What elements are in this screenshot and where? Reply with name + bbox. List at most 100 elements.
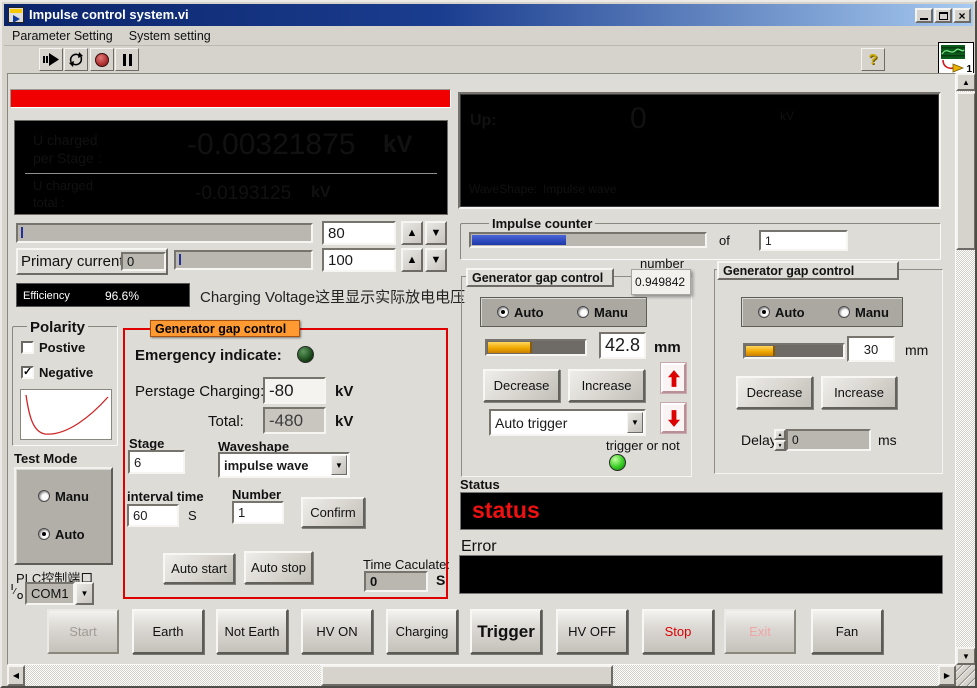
trigger-mode-dropdown-button[interactable]: ▼: [627, 412, 643, 433]
run-button[interactable]: [39, 48, 63, 71]
gap-mid-value-field[interactable]: 42.8: [599, 332, 646, 359]
pause-icon: [123, 54, 132, 66]
trigger-mode-dropdown[interactable]: Auto trigger ▼: [489, 409, 646, 436]
delay-spin-up-button[interactable]: ▲: [774, 429, 786, 440]
minimize-button[interactable]: [915, 8, 933, 23]
voltage-slider-thumb[interactable]: [21, 227, 23, 238]
voltage-set-field[interactable]: 80: [322, 221, 396, 245]
voltage-decrement-button[interactable]: ▼: [425, 221, 447, 245]
com-port-field[interactable]: COM1: [25, 582, 75, 605]
gap-right-decrease-button[interactable]: Decrease: [736, 376, 813, 409]
help-button[interactable]: ?: [861, 48, 885, 71]
fan-button[interactable]: Fan: [811, 609, 883, 654]
red-down-arrow-icon: [668, 410, 680, 427]
voltage-slider[interactable]: [16, 223, 313, 243]
current-slider[interactable]: [174, 250, 313, 270]
perstage-unit: kV: [335, 383, 353, 400]
scroll-right-button[interactable]: ▶: [938, 665, 956, 686]
current-decrement-button[interactable]: ▼: [425, 248, 447, 272]
per-stage-label-1: U charged: [33, 132, 98, 148]
gap-right-slider-fill[interactable]: [746, 346, 775, 356]
positive-checkbox[interactable]: [21, 341, 34, 354]
trigger-button[interactable]: Trigger: [470, 609, 542, 654]
stop-button[interactable]: Stop: [642, 609, 714, 654]
io-icon-bottom: O: [17, 592, 23, 601]
impulse-counter-of: of: [719, 233, 730, 248]
hv-on-button[interactable]: HV ON: [301, 609, 373, 654]
test-mode-auto-radio[interactable]: [38, 528, 50, 540]
current-set-field[interactable]: 100: [322, 248, 396, 272]
down-triangle-icon: ▼: [962, 652, 970, 661]
current-increment-button[interactable]: ▲: [401, 248, 423, 272]
not-earth-button[interactable]: Not Earth: [216, 609, 288, 654]
vi-icon[interactable]: 1: [938, 42, 974, 76]
hv-off-button[interactable]: HV OFF: [556, 609, 628, 654]
gap-lower-button[interactable]: [661, 403, 686, 433]
gap-mid-slider-fill[interactable]: [488, 342, 532, 353]
gap-mid-increase-button[interactable]: Increase: [568, 369, 645, 402]
horizontal-scroll-thumb[interactable]: [321, 665, 613, 686]
abort-button[interactable]: [90, 48, 114, 71]
check-icon: ✓: [23, 366, 32, 378]
interval-time-label: interval time: [127, 489, 204, 504]
pause-button[interactable]: [115, 48, 139, 71]
gap-mid-auto-radio[interactable]: [497, 306, 509, 318]
voltage-increment-button[interactable]: ▲: [401, 221, 423, 245]
resize-grip[interactable]: [956, 665, 976, 686]
vertical-scrollbar[interactable]: ▲ ▼: [956, 73, 976, 665]
confirm-button[interactable]: Confirm: [301, 497, 365, 528]
gap-right-slider[interactable]: [743, 343, 845, 359]
waveshape-indicator-value: Impulse wave: [543, 182, 616, 196]
start-button[interactable]: Start: [47, 609, 119, 654]
gap-raise-button[interactable]: [661, 363, 686, 393]
up-label: Up:: [470, 112, 497, 130]
charging-button[interactable]: Charging: [386, 609, 458, 654]
io-port-icon: I ⁄ O: [10, 582, 25, 605]
perstage-charging-field[interactable]: -80: [263, 377, 326, 404]
delay-spin-down-button[interactable]: ▼: [774, 440, 786, 451]
vertical-scroll-thumb[interactable]: [956, 92, 976, 250]
maximize-button[interactable]: [934, 8, 952, 23]
hv-on-label: HV ON: [316, 624, 357, 639]
gap-mid-mode-panel: Auto Manu: [480, 297, 647, 327]
gap-right-manu-radio[interactable]: [838, 306, 850, 318]
number-field[interactable]: 1: [232, 501, 284, 524]
com-port-dropdown-button[interactable]: ▼: [75, 582, 94, 605]
earth-button[interactable]: Earth: [132, 609, 204, 654]
impulse-counter-bar: [469, 232, 707, 248]
run-continuous-button[interactable]: [64, 48, 88, 71]
run-icon: [43, 53, 59, 66]
gap-right-auto-radio[interactable]: [758, 306, 770, 318]
gap-mid-manu-radio[interactable]: [577, 306, 589, 318]
exit-button[interactable]: Exit: [724, 609, 796, 654]
stage-field[interactable]: 6: [128, 450, 185, 474]
current-slider-thumb[interactable]: [179, 254, 181, 265]
gap-mid-decrease-label: Decrease: [494, 378, 550, 393]
scroll-up-button[interactable]: ▲: [956, 73, 976, 91]
gap-mid-decrease-button[interactable]: Decrease: [483, 369, 560, 402]
gap-mid-slider[interactable]: [485, 339, 587, 356]
menu-parameter-setting[interactable]: Parameter Setting: [4, 27, 121, 45]
scroll-left-button[interactable]: ◀: [7, 665, 25, 686]
total-unit: kV: [335, 413, 353, 430]
close-button[interactable]: ×: [953, 8, 971, 23]
scroll-down-button[interactable]: ▼: [956, 647, 976, 665]
time-caculate-value: 0: [370, 574, 377, 589]
negative-checkbox[interactable]: ✓: [21, 366, 34, 379]
horizontal-scrollbar[interactable]: ◀ ▶: [7, 665, 956, 686]
generator-panel-title: Generator gap control: [150, 320, 300, 337]
impulse-counter-total-field[interactable]: 1: [759, 230, 848, 251]
gap-right-increase-button[interactable]: Increase: [821, 376, 897, 409]
interval-time-field[interactable]: 60: [127, 504, 179, 527]
gap-right-value-field[interactable]: 30: [847, 336, 895, 362]
delay-field[interactable]: 0: [786, 429, 871, 451]
waveshape-dropdown-button[interactable]: ▼: [331, 455, 347, 475]
menu-system-setting[interactable]: System setting: [121, 27, 219, 45]
auto-start-button[interactable]: Auto start: [163, 553, 235, 584]
waveshape-dropdown[interactable]: impulse wave ▼: [218, 452, 350, 478]
gap-number-field[interactable]: 0.949842: [631, 269, 691, 295]
primary-current-field[interactable]: 0: [121, 252, 166, 271]
auto-stop-button[interactable]: Auto stop: [244, 551, 313, 584]
test-mode-manu-radio[interactable]: [38, 490, 50, 502]
per-stage-label-2: per Stage :: [33, 150, 102, 166]
